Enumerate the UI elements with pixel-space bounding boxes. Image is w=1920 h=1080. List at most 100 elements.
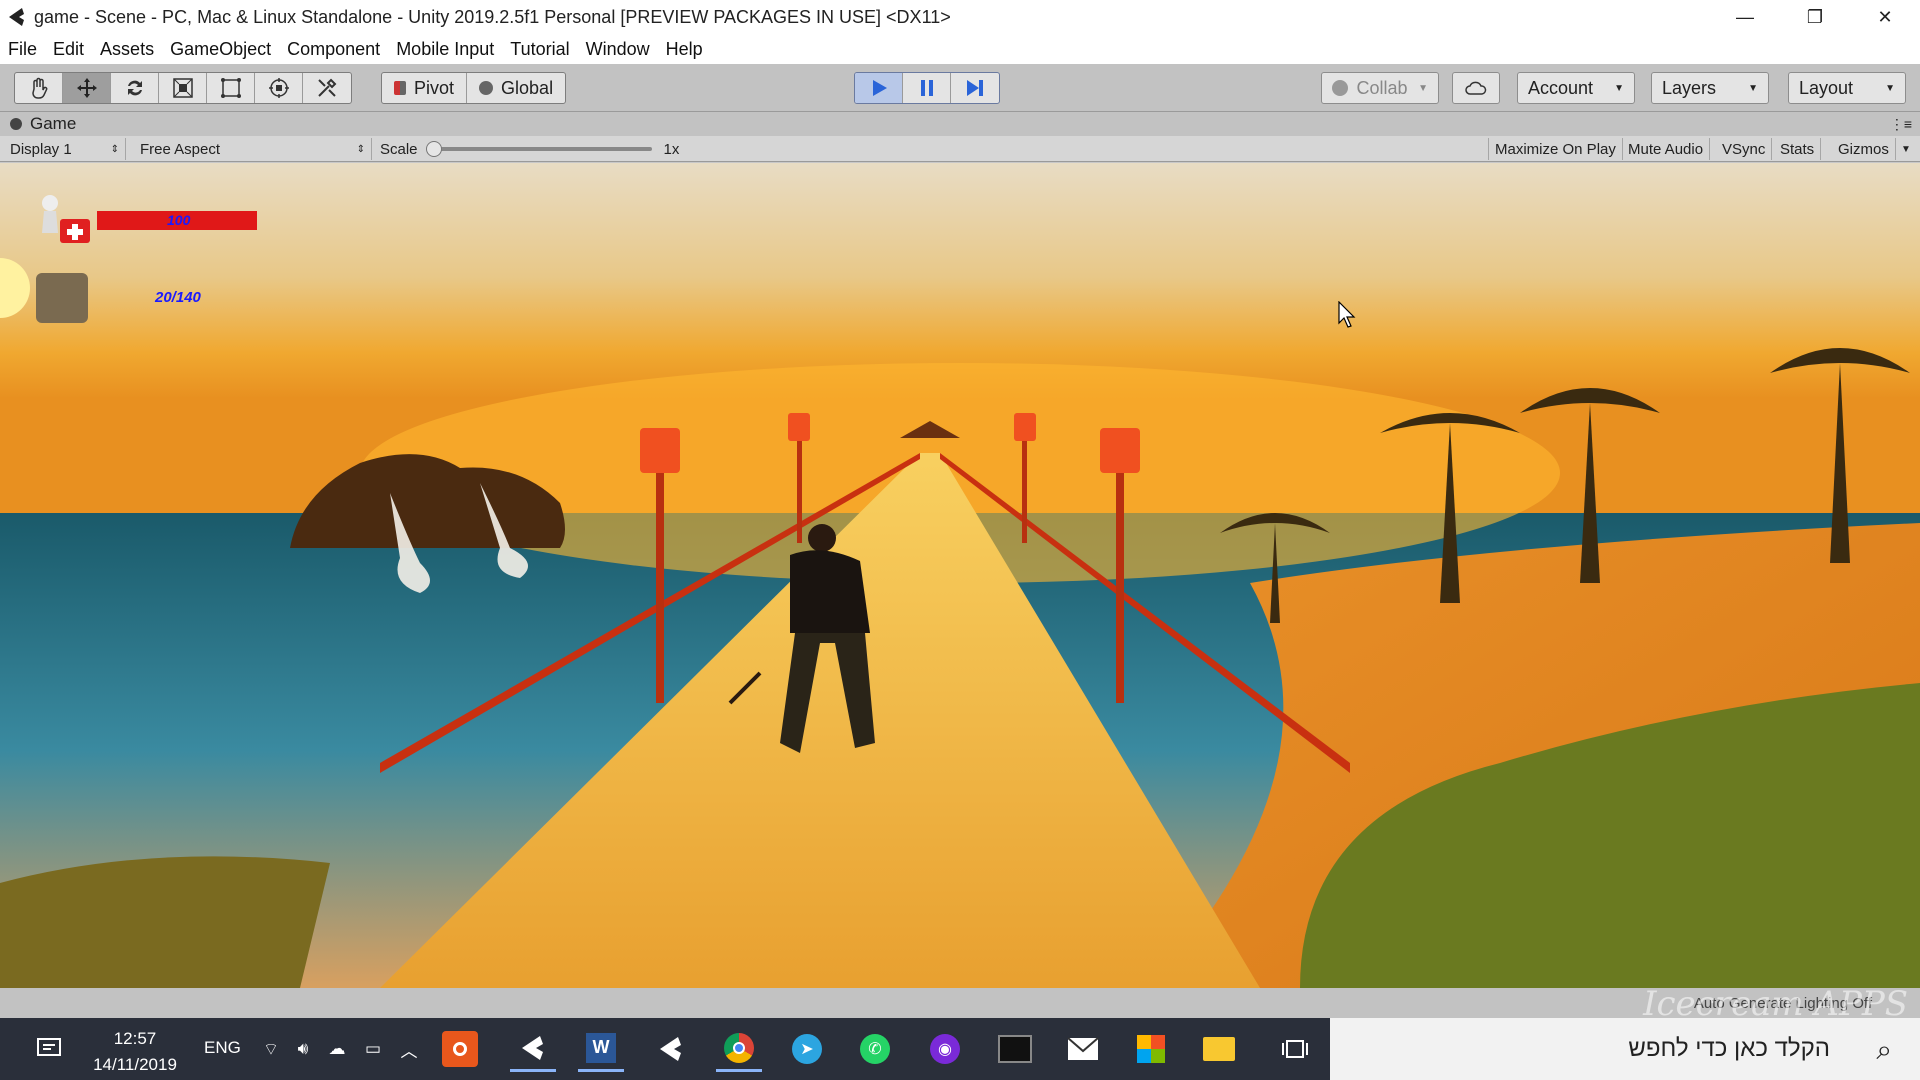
notification-button[interactable] — [26, 1026, 72, 1072]
account-dropdown[interactable]: Account ▼ — [1517, 72, 1635, 104]
language-indicator[interactable]: ENG — [204, 1038, 241, 1058]
menu-mobile-input[interactable]: Mobile Input — [388, 39, 502, 60]
pivot-icon — [394, 81, 406, 95]
cloud-button[interactable] — [1452, 72, 1500, 104]
taskbar-app-recorder[interactable] — [442, 1031, 478, 1067]
scale-icon — [172, 78, 193, 98]
taskbar-app-word[interactable]: W — [578, 1026, 624, 1072]
transform-icon — [268, 78, 289, 98]
telegram-icon: ➤ — [792, 1034, 822, 1064]
whatsapp-icon: ✆ — [860, 1034, 890, 1064]
taskbar-app-explorer[interactable] — [1196, 1026, 1242, 1072]
menu-gameobject[interactable]: GameObject — [162, 39, 279, 60]
health-icon-graphic — [42, 195, 90, 243]
game-view-bar: Display 1 ⇕ Free Aspect ⇕ Scale 1x Maxim… — [0, 136, 1920, 162]
aspect-label: Free Aspect — [140, 140, 221, 158]
scale-label: Scale — [380, 140, 418, 158]
clock[interactable]: 12:57 14/11/2019 — [80, 1026, 190, 1078]
check-icon — [1332, 80, 1348, 96]
menu-component[interactable]: Component — [279, 39, 388, 60]
taskbar-app-chrome[interactable] — [716, 1026, 762, 1072]
task-view-icon — [1282, 1040, 1308, 1058]
tab-game[interactable]: Game — [10, 114, 76, 134]
vegetation-left — [0, 856, 330, 988]
gizmos-toggle[interactable]: Gizmos — [1832, 138, 1896, 160]
mouse-cursor-icon — [1338, 301, 1356, 328]
game-viewport[interactable]: 100 20/140 — [0, 163, 1920, 988]
store-icon — [1137, 1035, 1165, 1063]
unity-logo-icon — [9, 8, 24, 26]
updown-icon: ⇕ — [356, 143, 365, 155]
step-button[interactable] — [951, 73, 999, 103]
display-label: Display 1 — [10, 140, 72, 158]
globe-icon — [479, 81, 494, 95]
stats-toggle[interactable]: Stats — [1774, 138, 1822, 160]
vsync-toggle[interactable]: VSync — [1716, 138, 1773, 160]
chevron-down-icon: ▼ — [1614, 82, 1624, 94]
gizmos-dropdown[interactable]: ▼ — [1895, 138, 1917, 160]
chevron-up-icon[interactable]: ︿ — [386, 1026, 432, 1072]
layers-dropdown[interactable]: Layers ▼ — [1651, 72, 1769, 104]
mute-audio-toggle[interactable]: Mute Audio — [1622, 138, 1711, 160]
menu-file[interactable]: File — [0, 39, 45, 60]
taskbar: 12:57 14/11/2019 ENG ⌔ 🔊︎ ☁ ▭ ︿ W ➤ ✆ ◉ — [0, 1018, 1920, 1080]
maximize-on-play-toggle[interactable]: Maximize On Play — [1488, 138, 1623, 160]
ammo-icon — [36, 273, 88, 323]
ammo-counter: 20/140 — [155, 289, 201, 306]
tab-menu-icon[interactable]: ⋮≡ — [1890, 116, 1912, 133]
unity-icon — [522, 1035, 543, 1060]
search-box[interactable]: הקלד כאן כדי לחפש ⌕ — [1330, 1018, 1920, 1080]
aspect-dropdown[interactable]: Free Aspect ⇕ — [134, 138, 372, 160]
layout-dropdown[interactable]: Layout ▼ — [1788, 72, 1906, 104]
notification-icon — [37, 1038, 61, 1056]
chrome-icon — [724, 1032, 754, 1063]
chevron-down-icon: ▼ — [1748, 82, 1758, 94]
menu-edit[interactable]: Edit — [45, 39, 92, 60]
pacman-icon — [10, 118, 22, 130]
taskbar-app-mail[interactable] — [1060, 1026, 1106, 1072]
play-button[interactable] — [855, 73, 903, 103]
game-scene — [0, 163, 1920, 988]
scale-slider-handle[interactable] — [425, 141, 442, 157]
taskbar-app-store[interactable] — [1128, 1026, 1174, 1072]
scale-slider[interactable] — [425, 141, 652, 157]
hand-icon — [31, 77, 47, 99]
move-icon — [76, 78, 97, 98]
window-title: game - Scene - PC, Mac & Linux Standalon… — [34, 6, 951, 27]
display-dropdown[interactable]: Display 1 ⇕ — [4, 138, 126, 160]
pivot-button[interactable]: Pivot — [382, 73, 468, 103]
taskbar-app-whatsapp[interactable]: ✆ — [852, 1026, 898, 1072]
task-view-button[interactable] — [1272, 1026, 1318, 1072]
search-placeholder: הקלד כאן כדי לחפש — [1628, 1035, 1830, 1062]
maximize-button[interactable]: ❐ — [1780, 0, 1850, 34]
taskbar-app-podcast[interactable]: ◉ — [922, 1026, 968, 1072]
taskbar-app-unity-hub[interactable] — [648, 1026, 694, 1072]
move-tool-button[interactable] — [63, 73, 111, 103]
hand-tool-button[interactable] — [15, 73, 63, 103]
close-button[interactable]: ✕ — [1850, 0, 1920, 34]
pause-button[interactable] — [903, 73, 951, 103]
account-label: Account — [1528, 77, 1594, 98]
menu-help[interactable]: Help — [658, 39, 711, 60]
pivot-label: Pivot — [414, 77, 455, 98]
global-button[interactable]: Global — [467, 73, 565, 103]
menu-assets[interactable]: Assets — [92, 39, 162, 60]
taskbar-app-telegram[interactable]: ➤ — [784, 1026, 830, 1072]
scale-tool-button[interactable] — [159, 73, 207, 103]
taskbar-app-unity[interactable] — [510, 1026, 556, 1072]
menu-window[interactable]: Window — [578, 39, 658, 60]
collab-dropdown[interactable]: Collab ▼ — [1321, 72, 1439, 104]
layers-label: Layers — [1662, 77, 1717, 98]
global-label: Global — [501, 77, 554, 98]
health-bar: 100 — [97, 211, 257, 230]
updown-icon: ⇕ — [110, 143, 119, 155]
minimize-button[interactable]: — — [1710, 0, 1780, 34]
custom-tool-button[interactable] — [303, 73, 351, 103]
menu-tutorial[interactable]: Tutorial — [502, 39, 577, 60]
rotate-tool-button[interactable] — [111, 73, 159, 103]
transform-tool-button[interactable] — [255, 73, 303, 103]
taskbar-app-image-editor[interactable] — [992, 1026, 1038, 1072]
rotate-icon — [127, 80, 142, 96]
rect-tool-button[interactable] — [207, 73, 255, 103]
recorder-icon — [453, 1042, 467, 1056]
